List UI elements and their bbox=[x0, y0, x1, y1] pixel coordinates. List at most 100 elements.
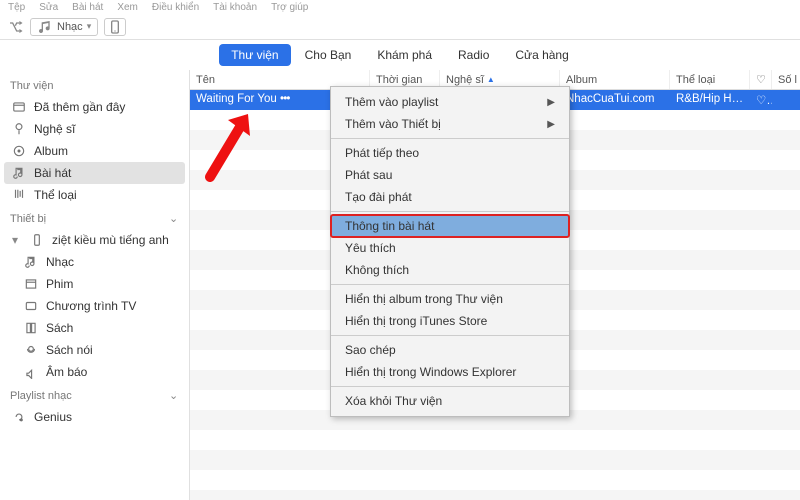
sidebar-subitem-âm-báo[interactable]: Âm báo bbox=[0, 361, 189, 383]
separator bbox=[331, 211, 569, 212]
menu-điều khiển[interactable]: Điều khiển bbox=[152, 2, 199, 13]
column-header[interactable]: Album bbox=[560, 70, 670, 89]
table-row-empty bbox=[190, 470, 800, 490]
context-menu-item[interactable]: Hiển thị trong Windows Explorer bbox=[331, 361, 569, 383]
device-button[interactable] bbox=[104, 18, 126, 36]
album-icon bbox=[12, 144, 26, 158]
sidebar-item-label: Sách bbox=[46, 321, 73, 335]
sidebar-item-label: Bài hát bbox=[34, 166, 71, 180]
track-heart[interactable]: ♡ bbox=[750, 90, 772, 110]
song-icon bbox=[24, 255, 38, 269]
chevron-right-icon: ▶ bbox=[547, 97, 555, 108]
caret-icon[interactable]: ▾ bbox=[12, 233, 22, 247]
more-dots-icon[interactable]: • • • bbox=[280, 93, 288, 105]
tab-cửa-hàng[interactable]: Cửa hàng bbox=[503, 44, 580, 66]
audiobook-icon bbox=[24, 343, 38, 357]
sidebar-item-ziệt-kiều-mù-tiếng-anh[interactable]: ▾ ziệt kiều mù tiếng anh bbox=[0, 229, 189, 251]
menu-sửa[interactable]: Sửa bbox=[39, 2, 58, 13]
tab-radio[interactable]: Radio bbox=[446, 44, 501, 66]
song-icon bbox=[12, 166, 26, 180]
sidebar-item-label: Chương trình TV bbox=[46, 299, 136, 313]
sidebar-subitem-sách[interactable]: Sách bbox=[0, 317, 189, 339]
sidebar-item-label: Genius bbox=[34, 410, 72, 424]
device-icon bbox=[30, 233, 44, 247]
movie-icon bbox=[24, 277, 38, 291]
context-menu-item[interactable]: Tạo đài phát bbox=[331, 186, 569, 208]
menu-tệp[interactable]: Tệp bbox=[8, 2, 25, 13]
track-table: TênThời gianNghệ sĩ▲AlbumThể loại♡Số l W… bbox=[190, 70, 800, 500]
column-header[interactable]: ♡ bbox=[750, 70, 772, 89]
sidebar-item-label: Sách nói bbox=[46, 343, 93, 357]
sidebar-item-album[interactable]: Album bbox=[0, 140, 189, 162]
context-menu-item[interactable]: Không thích bbox=[331, 259, 569, 281]
artist-icon bbox=[12, 122, 26, 136]
tab-cho-bạn[interactable]: Cho Bạn bbox=[293, 44, 364, 66]
column-header[interactable]: Thể loại bbox=[670, 70, 750, 89]
library-selector-label: Nhạc bbox=[57, 21, 83, 33]
sidebar-item-genius[interactable]: Genius bbox=[0, 406, 189, 428]
separator bbox=[331, 335, 569, 336]
menu-xem[interactable]: Xem bbox=[117, 2, 138, 13]
menu-bài hát[interactable]: Bài hát bbox=[72, 2, 103, 13]
context-menu-item[interactable]: Yêu thích bbox=[331, 237, 569, 259]
context-menu-item[interactable]: Phát tiếp theo bbox=[331, 142, 569, 164]
sidebar-subitem-phim[interactable]: Phim bbox=[0, 273, 189, 295]
menu-trợ giúp[interactable]: Trợ giúp bbox=[271, 2, 308, 13]
tv-icon bbox=[24, 299, 38, 313]
sidebar: Thư việnĐã thêm gần đâyNghệ sĩAlbumBài h… bbox=[0, 70, 190, 500]
music-icon bbox=[37, 19, 53, 35]
context-menu-item[interactable]: Sao chép bbox=[331, 339, 569, 361]
context-menu-item[interactable]: Phát sau bbox=[331, 164, 569, 186]
tone-icon bbox=[24, 365, 38, 379]
library-selector[interactable]: Nhạc ▾ bbox=[30, 18, 98, 36]
tab-khám-phá[interactable]: Khám phá bbox=[365, 44, 444, 66]
sidebar-item-thể-loại[interactable]: Thể loại bbox=[0, 184, 189, 206]
nav-tabs: Thư việnCho BạnKhám pháRadioCửa hàng bbox=[0, 40, 800, 70]
sidebar-group-title: Playlist nhạc⌄ bbox=[0, 383, 189, 406]
column-header[interactable]: Số l bbox=[772, 70, 800, 89]
sidebar-group-title: Thiết bị⌄ bbox=[0, 206, 189, 229]
sidebar-item-label: Nhạc bbox=[46, 255, 74, 269]
phone-icon bbox=[107, 19, 123, 35]
table-row-empty bbox=[190, 430, 800, 450]
menu-tài khoản[interactable]: Tài khoản bbox=[213, 2, 257, 13]
separator bbox=[331, 386, 569, 387]
context-menu-item[interactable]: Thêm vào playlist▶ bbox=[331, 91, 569, 113]
recent-icon bbox=[12, 100, 26, 114]
sidebar-item-label: Âm báo bbox=[46, 365, 87, 379]
toolbar: Nhạc ▾ bbox=[0, 14, 800, 40]
sidebar-item-label: Nghệ sĩ bbox=[34, 122, 75, 136]
context-menu-item[interactable]: Thêm vào Thiết bị▶ bbox=[331, 113, 569, 135]
genius-icon bbox=[12, 410, 26, 424]
sidebar-item-label: Đã thêm gần đây bbox=[34, 100, 125, 114]
separator bbox=[331, 138, 569, 139]
sidebar-item-label: Album bbox=[34, 144, 68, 158]
sidebar-item-label: ziệt kiều mù tiếng anh bbox=[52, 233, 169, 247]
chevron-down-icon: ▾ bbox=[87, 21, 92, 32]
sidebar-item-label: Thể loại bbox=[34, 188, 77, 202]
context-menu-item[interactable]: Hiển thị trong iTunes Store bbox=[331, 310, 569, 332]
genre-icon bbox=[12, 188, 26, 202]
sidebar-item-đã-thêm-gần-đây[interactable]: Đã thêm gần đây bbox=[0, 96, 189, 118]
chevron-down-icon[interactable]: ⌄ bbox=[169, 389, 179, 402]
sidebar-subitem-chương-trình-tv[interactable]: Chương trình TV bbox=[0, 295, 189, 317]
sidebar-item-nghệ-sĩ[interactable]: Nghệ sĩ bbox=[0, 118, 189, 140]
tab-thư-viện[interactable]: Thư viện bbox=[219, 44, 290, 66]
context-menu-item[interactable]: Thông tin bài hát bbox=[331, 215, 569, 237]
sidebar-item-bài-hát[interactable]: Bài hát bbox=[4, 162, 185, 184]
sidebar-subitem-nhạc[interactable]: Nhạc bbox=[0, 251, 189, 273]
table-row-empty bbox=[190, 490, 800, 500]
shuffle-icon[interactable] bbox=[8, 19, 24, 35]
track-album: NhacCuaTui.com bbox=[560, 90, 670, 110]
context-menu: Thêm vào playlist▶Thêm vào Thiết bị▶ Phát… bbox=[330, 86, 570, 417]
separator bbox=[331, 284, 569, 285]
sidebar-subitem-sách-nói[interactable]: Sách nói bbox=[0, 339, 189, 361]
sort-asc-icon: ▲ bbox=[487, 75, 495, 84]
chevron-down-icon[interactable]: ⌄ bbox=[169, 212, 179, 225]
context-menu-item[interactable]: Xóa khỏi Thư viện bbox=[331, 390, 569, 412]
chevron-right-icon: ▶ bbox=[547, 119, 555, 130]
book-icon bbox=[24, 321, 38, 335]
context-menu-item[interactable]: Hiển thị album trong Thư viện bbox=[331, 288, 569, 310]
track-genre: R&B/Hip H… bbox=[670, 90, 750, 110]
sidebar-item-label: Phim bbox=[46, 277, 73, 291]
